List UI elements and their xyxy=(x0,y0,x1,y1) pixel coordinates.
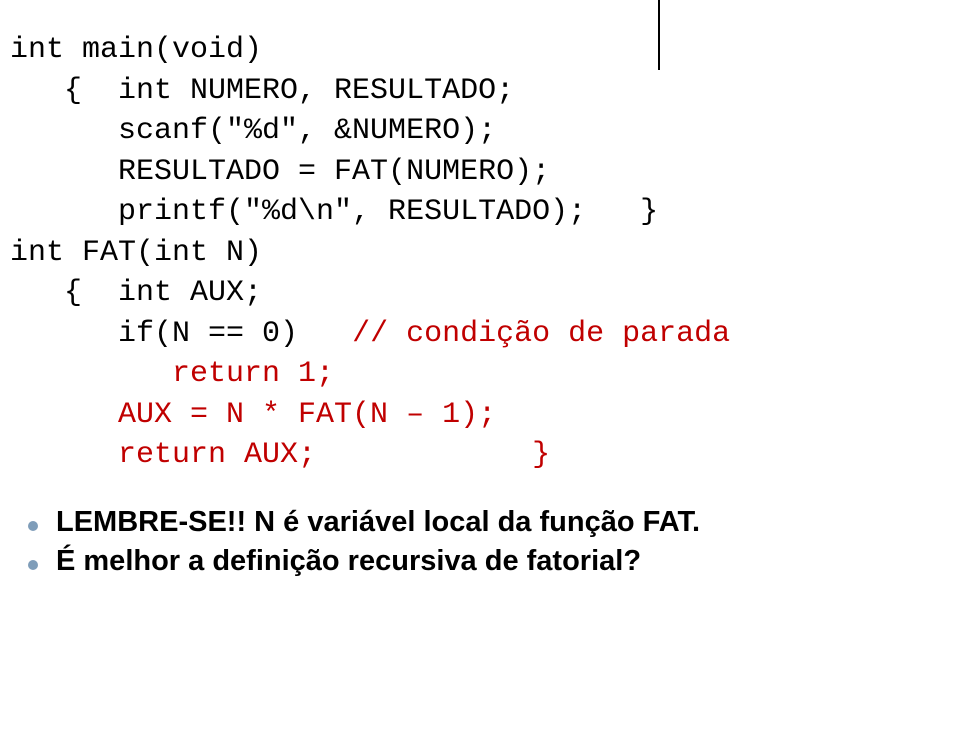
code-line-5: printf("%d\n", RESULTADO); } xyxy=(10,192,730,233)
slide-content: int main(void) { int NUMERO, RESULTADO; … xyxy=(10,30,730,584)
code-line-2: { int NUMERO, RESULTADO; xyxy=(10,71,730,112)
bullet-dot-icon xyxy=(28,521,38,531)
code-line-4: RESULTADO = FAT(NUMERO); xyxy=(10,152,730,193)
bullet-list: LEMBRE-SE!! N é variável local da função… xyxy=(10,506,730,578)
code-line-9-code: if(N == 0) xyxy=(10,317,352,351)
code-line-9: if(N == 0) // condição de parada xyxy=(10,314,730,355)
code-line-11: AUX = N * FAT(N – 1); xyxy=(10,395,730,436)
code-line-1: int main(void) xyxy=(10,30,730,71)
bullet-dot-icon xyxy=(28,560,38,570)
code-line-8: { int AUX; xyxy=(10,273,730,314)
bullet-text-2: É melhor a definição recursiva de fatori… xyxy=(56,545,641,578)
code-line-9-comment: // condição de parada xyxy=(352,317,730,351)
code-line-12: return AUX; } xyxy=(10,435,730,476)
bullet-item-1: LEMBRE-SE!! N é variável local da função… xyxy=(28,506,730,539)
bullet-item-2: É melhor a definição recursiva de fatori… xyxy=(28,545,730,578)
code-line-7: int FAT(int N) xyxy=(10,233,730,274)
code-line-3: scanf("%d", &NUMERO); xyxy=(10,111,730,152)
code-line-10: return 1; xyxy=(10,354,730,395)
bullet-text-1: LEMBRE-SE!! N é variável local da função… xyxy=(56,506,700,539)
